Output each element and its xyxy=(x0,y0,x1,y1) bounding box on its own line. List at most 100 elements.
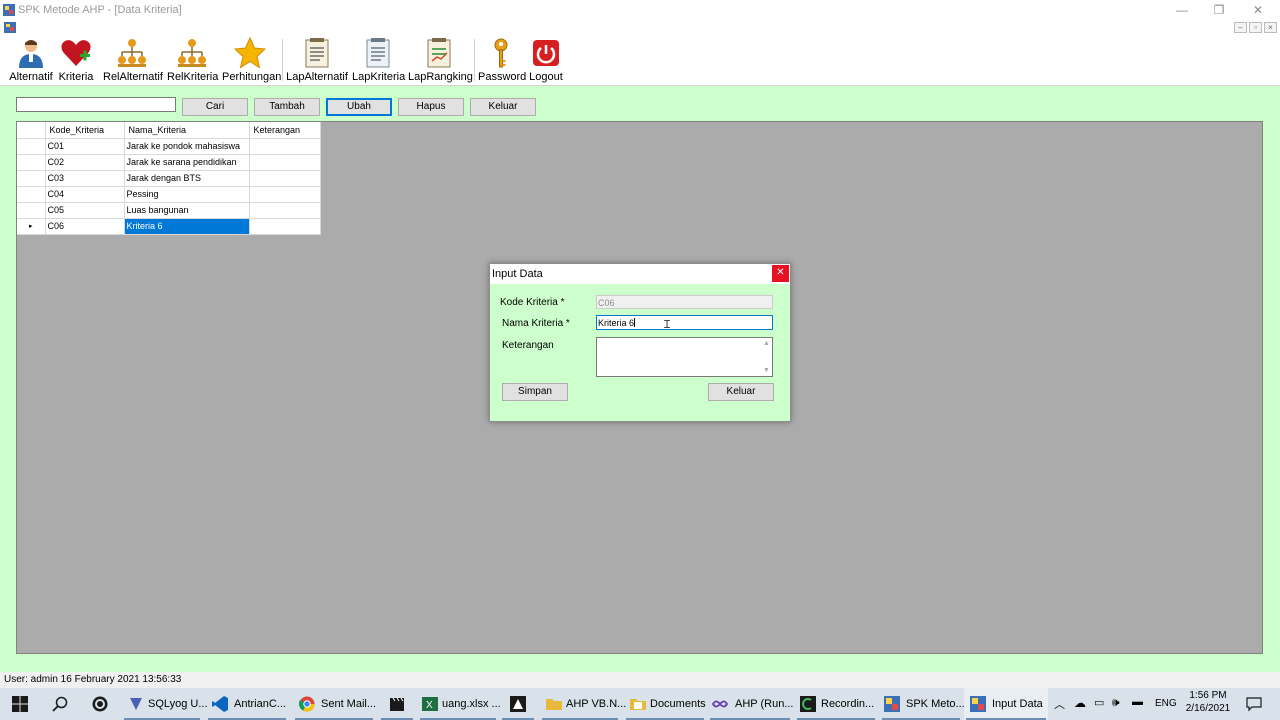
kode-kriteria-label: Kode Kriteria * xyxy=(500,297,565,308)
battery-icon[interactable]: ▬ xyxy=(1132,696,1143,708)
cell-nama[interactable]: Jarak ke pondok mahasiswa xyxy=(124,138,250,155)
taskbar-whatsapp[interactable] xyxy=(80,688,120,720)
minimize-button[interactable]: — xyxy=(1167,2,1197,18)
row-header[interactable] xyxy=(17,170,46,187)
taskbar-input-data[interactable]: Input Data xyxy=(964,688,1048,720)
taskbar-camtasia[interactable]: Recordin... xyxy=(795,688,877,720)
keluar-button[interactable]: Keluar xyxy=(470,98,536,116)
taskbar-clapper[interactable] xyxy=(379,688,415,720)
toolbar-kriteria[interactable]: Kriteria xyxy=(58,37,94,85)
taskbar-search-button[interactable] xyxy=(40,688,80,720)
scroll-down-icon[interactable]: ▼ xyxy=(763,367,770,374)
onedrive-icon[interactable]: ☁ xyxy=(1074,696,1086,710)
dialog-keluar-button[interactable]: Keluar xyxy=(708,383,774,401)
taskbar-chrome[interactable]: Sent Mail... xyxy=(293,688,376,720)
taskbar-vscode[interactable]: AntrianC... xyxy=(206,688,288,720)
language-indicator[interactable]: ENG xyxy=(1155,698,1177,709)
cell-keterangan[interactable] xyxy=(249,154,321,171)
ubah-button[interactable]: Ubah xyxy=(326,98,392,116)
cell-nama[interactable]: Jarak ke sarana pendidikan xyxy=(124,154,250,171)
restore-button[interactable]: ❐ xyxy=(1204,2,1234,18)
toolbar-label: Password xyxy=(478,71,527,83)
cari-button[interactable]: Cari xyxy=(182,98,248,116)
table-row[interactable]: C02 Jarak ke sarana pendidikan xyxy=(17,154,321,171)
cell-kode[interactable]: C02 xyxy=(45,154,125,171)
cell-nama[interactable]: Luas bangunan xyxy=(124,202,250,219)
toolbar-label: Perhitungan xyxy=(222,71,282,83)
toolbar-separator xyxy=(474,39,475,81)
cell-nama[interactable]: Pessing xyxy=(124,186,250,203)
taskbar-excel[interactable]: X uang.xlsx ... xyxy=(418,688,501,720)
row-header-corner xyxy=(17,122,46,139)
row-header[interactable] xyxy=(17,154,46,171)
toolbar-separator xyxy=(282,39,283,81)
toolbar-lapalternatif[interactable]: LapAlternatif xyxy=(286,37,348,85)
toolbar-relkriteria[interactable]: RelKriteria xyxy=(167,37,218,85)
mdi-child-icon xyxy=(4,22,16,33)
network-icon[interactable]: ▭ xyxy=(1094,696,1104,709)
cell-keterangan[interactable] xyxy=(249,202,321,219)
cell-keterangan[interactable] xyxy=(249,138,321,155)
toolbar-logout[interactable]: Logout xyxy=(527,37,565,85)
taskbar-label: SPK Meto... xyxy=(906,698,965,710)
hapus-button[interactable]: Hapus xyxy=(398,98,464,116)
table-row[interactable]: C04 Pessing xyxy=(17,186,321,203)
taskbar-documents[interactable]: Documents xyxy=(624,688,706,720)
vscode-icon xyxy=(212,696,228,712)
taskbar-spk-app[interactable]: SPK Meto... xyxy=(880,688,965,720)
cell-kode[interactable]: C01 xyxy=(45,138,125,155)
taskbar-label: Documents xyxy=(650,698,706,710)
row-header[interactable] xyxy=(17,138,46,155)
mdi-close-button[interactable]: × xyxy=(1264,22,1277,33)
toolbar-password[interactable]: Password xyxy=(478,37,527,85)
search-input[interactable] xyxy=(16,97,176,112)
status-text: User: admin 16 February 2021 13:56:33 xyxy=(4,674,182,685)
column-header[interactable]: Keterangan xyxy=(249,122,321,139)
cell-keterangan[interactable] xyxy=(249,218,321,235)
tambah-button[interactable]: Tambah xyxy=(254,98,320,116)
keterangan-textarea[interactable]: ▲ ▼ xyxy=(596,337,773,377)
taskbar-sqlyog[interactable]: SQLyog U... xyxy=(122,688,208,720)
clock-date: 2/16/2021 xyxy=(1185,703,1231,714)
start-button[interactable] xyxy=(0,688,40,720)
row-header[interactable] xyxy=(17,186,46,203)
clock[interactable]: 1:56 PM 2/16/2021 xyxy=(1182,688,1234,720)
scroll-up-icon[interactable]: ▲ xyxy=(763,340,770,347)
mdi-minimize-button[interactable]: – xyxy=(1234,22,1247,33)
cell-keterangan[interactable] xyxy=(249,170,321,187)
cell-kode[interactable]: C06 xyxy=(45,218,125,235)
cell-kode[interactable]: C05 xyxy=(45,202,125,219)
table-row[interactable]: C01 Jarak ke pondok mahasiswa xyxy=(17,138,321,155)
column-header[interactable]: Nama_Kriteria xyxy=(124,122,250,139)
row-header[interactable] xyxy=(17,202,46,219)
action-center-button[interactable] xyxy=(1242,688,1266,720)
cell-keterangan[interactable] xyxy=(249,186,321,203)
taskbar-visualstudio[interactable]: AHP (Run... xyxy=(708,688,794,720)
cell-kode[interactable]: C03 xyxy=(45,170,125,187)
taskbar-label: Recordin... xyxy=(821,698,875,710)
mdi-restore-button[interactable]: ▫ xyxy=(1249,22,1262,33)
taskbar-folder-ahp[interactable]: AHP VB.N... xyxy=(540,688,626,720)
toolbar-laprangking[interactable]: LapRangking xyxy=(408,37,473,85)
close-button[interactable]: ✕ xyxy=(1243,2,1273,18)
toolbar-alternatif[interactable]: Alternatif xyxy=(8,37,54,85)
cell-nama[interactable]: Jarak dengan BTS xyxy=(124,170,250,187)
cell-kode[interactable]: C04 xyxy=(45,186,125,203)
taskbar-inkscape[interactable] xyxy=(500,688,536,720)
column-header[interactable]: Kode_Kriteria xyxy=(45,122,125,139)
dialog-close-button[interactable]: ✕ xyxy=(772,265,789,282)
toolbar-relalternatif[interactable]: RelAlternatif xyxy=(103,37,163,85)
textarea-scrollbar[interactable]: ▲ ▼ xyxy=(762,338,772,376)
cell-nama-selected[interactable]: Kriteria 6 xyxy=(124,218,250,235)
current-row-indicator-icon[interactable]: ▸ xyxy=(17,218,46,235)
simpan-button[interactable]: Simpan xyxy=(502,383,568,401)
toolbar-lapkriteria[interactable]: LapKriteria xyxy=(352,37,405,85)
table-row-current[interactable]: ▸ C06 Kriteria 6 xyxy=(17,218,321,235)
toolbar-perhitungan[interactable]: Perhitungan xyxy=(222,37,282,85)
nama-kriteria-field[interactable]: Kriteria 6 xyxy=(596,315,773,330)
volume-icon[interactable]: 🕪 xyxy=(1112,695,1120,710)
show-hidden-icons-icon[interactable]: ︿ xyxy=(1054,696,1065,712)
nama-kriteria-value: Kriteria 6 xyxy=(598,318,635,328)
table-row[interactable]: C05 Luas bangunan xyxy=(17,202,321,219)
table-row[interactable]: C03 Jarak dengan BTS xyxy=(17,170,321,187)
